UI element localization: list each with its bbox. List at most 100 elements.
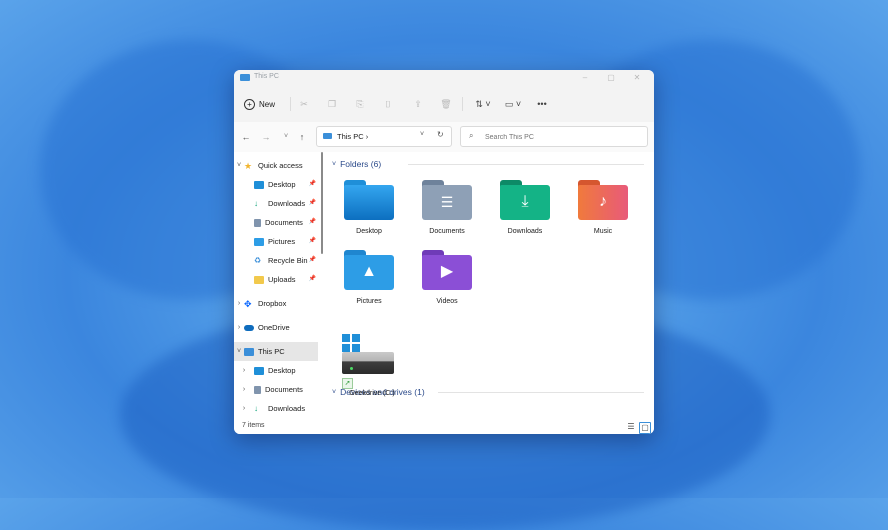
pin-icon[interactable]: 📌 [309, 256, 316, 263]
sort-icon[interactable]: ⇅ ˅ [472, 98, 494, 110]
sidebar-item-label: Quick access [258, 161, 303, 170]
sidebar-item-pictures[interactable]: Pictures 📌 [234, 232, 318, 251]
folder-tile-videos[interactable]: ▶ Videos [414, 250, 480, 305]
dropbox-icon: ✥ [244, 298, 252, 309]
drive-label: Geekdrive (C:) [349, 390, 395, 397]
document-icon [254, 385, 261, 394]
minimize-button[interactable]: – [576, 72, 594, 84]
new-button[interactable]: + New [244, 95, 275, 113]
chevron-right-icon[interactable]: › [234, 386, 254, 393]
sidebar-item-label: Documents [265, 218, 303, 227]
pin-icon[interactable]: 📌 [309, 275, 316, 282]
pictures-icon [254, 237, 264, 246]
sidebar-item-label: Pictures [268, 237, 296, 246]
search-input[interactable] [483, 130, 637, 144]
sidebar-item-downloads[interactable]: ↓ Downloads 📌 [234, 194, 318, 213]
paste-icon[interactable]: ⎘ [354, 98, 366, 110]
sidebar-item-documents[interactable]: Documents 📌 [234, 213, 318, 232]
folder-label: Documents [429, 228, 465, 235]
chevron-down-icon[interactable]: ˅ [234, 348, 244, 355]
folder-tile-desktop[interactable]: Desktop [336, 180, 402, 235]
sidebar-item-label: Downloads [268, 199, 306, 208]
sidebar-item-recycle-bin[interactable]: ♻ Recycle Bin 📌 [234, 251, 318, 270]
maximize-button[interactable]: ▢ [602, 72, 620, 84]
chevron-down-icon[interactable]: ˅ [420, 131, 424, 138]
pin-icon[interactable]: 📌 [309, 199, 316, 206]
folder-tile-pictures[interactable]: ▲ Pictures [336, 250, 402, 305]
folder-label: Pictures [356, 298, 382, 305]
chevron-right-icon[interactable]: › [234, 300, 244, 307]
status-bar: 7 items ☰ ▢ [234, 422, 654, 434]
toolbar-divider [290, 97, 291, 111]
document-icon [254, 218, 261, 227]
address-bar[interactable]: This PC › ˅ ↻ [316, 126, 452, 147]
this-pc-icon [323, 133, 332, 139]
sidebar-item-label: Uploads [268, 275, 296, 284]
folder-icon [254, 275, 264, 284]
details-view-icon[interactable]: ☰ [626, 422, 636, 432]
refresh-icon[interactable]: ↻ [437, 130, 444, 139]
group-divider [408, 164, 644, 165]
sidebar-item-desktop[interactable]: Desktop 📌 [234, 175, 318, 194]
toolbar-divider [462, 97, 463, 111]
copy-icon[interactable]: ❐ [326, 98, 338, 110]
sidebar-item-quick-access[interactable]: ˅ ★ Quick access [234, 156, 318, 175]
sidebar-item-pc-downloads[interactable]: › ↓ Downloads [234, 399, 318, 418]
sidebar-item-pc-documents[interactable]: › Documents [234, 380, 318, 399]
videos-folder-icon: ▶ [422, 250, 472, 290]
documents-folder-icon: ☰ [422, 180, 472, 220]
pin-icon[interactable]: 📌 [309, 237, 316, 244]
sidebar-item-onedrive[interactable]: › OneDrive [234, 318, 318, 337]
plus-icon: + [244, 98, 255, 110]
folder-tile-downloads[interactable]: ⤓ Downloads [492, 180, 558, 235]
folders-group-header[interactable]: ˅ Folders (6) [332, 158, 381, 170]
folder-label: Desktop [356, 228, 382, 235]
back-icon[interactable]: ← [240, 131, 252, 143]
more-options-icon[interactable]: ••• [536, 98, 548, 110]
pin-icon[interactable]: 📌 [309, 218, 316, 225]
folder-tile-documents[interactable]: ☰ Documents [414, 180, 480, 235]
file-explorer-window: This PC – ▢ ✕ + New ✂ ❐ ⎘ ⌷ ⇪ 🗑 ⇅ ˅ ▭ ˅ … [234, 70, 654, 434]
group-divider [438, 392, 644, 393]
chevron-right-icon[interactable]: › [234, 405, 254, 412]
share-icon[interactable]: ⇪ [412, 98, 424, 110]
chevron-right-icon[interactable]: › [234, 367, 254, 374]
large-icons-view-icon[interactable]: ▢ [639, 422, 651, 434]
this-pc-icon [244, 347, 254, 356]
view-icon[interactable]: ▭ ˅ [502, 98, 524, 110]
up-icon[interactable]: ↑ [296, 131, 308, 143]
downloads-folder-icon: ⤓ [500, 180, 550, 220]
recent-locations-icon[interactable]: ˅ [280, 131, 292, 143]
folder-tile-music[interactable]: ♪ Music [570, 180, 636, 235]
command-bar: + New ✂ ❐ ⎘ ⌷ ⇪ 🗑 ⇅ ˅ ▭ ˅ ••• [234, 86, 654, 123]
onedrive-cloud-icon [244, 324, 254, 331]
cut-icon[interactable]: ✂ [298, 98, 310, 110]
sidebar-item-dropbox[interactable]: › ✥ Dropbox [234, 294, 318, 313]
star-icon: ★ [244, 160, 253, 171]
navigation-pane: ˅ ★ Quick access Desktop 📌 ↓ Downloads 📌… [234, 152, 320, 422]
download-icon: ↓ [254, 198, 258, 208]
music-folder-icon: ♪ [578, 180, 628, 220]
pin-icon[interactable]: 📌 [309, 180, 316, 187]
windows-logo-icon [342, 334, 360, 352]
sidebar-item-pc-desktop[interactable]: › Desktop [234, 361, 318, 380]
address-row: ← → ˅ ↑ This PC › ˅ ↻ ⌕ [234, 122, 654, 152]
rename-icon[interactable]: ⌷ [382, 98, 394, 110]
delete-icon[interactable]: 🗑 [440, 98, 452, 110]
sidebar-item-label: Desktop [268, 366, 296, 375]
chevron-down-icon[interactable]: ˅ [332, 161, 336, 168]
nav-scrollbar[interactable] [321, 152, 323, 254]
sidebar-item-this-pc[interactable]: ˅ This PC [234, 342, 318, 361]
folder-label: Downloads [507, 228, 543, 235]
search-box[interactable]: ⌕ [460, 126, 648, 147]
sidebar-item-uploads[interactable]: Uploads 📌 [234, 270, 318, 289]
hard-drive-icon [342, 352, 394, 374]
desktop-icon [254, 180, 264, 189]
window-title: This PC [254, 73, 279, 80]
chevron-right-icon[interactable]: › [234, 324, 244, 331]
forward-icon[interactable]: → [260, 131, 272, 143]
breadcrumb[interactable]: This PC › [337, 132, 368, 141]
chevron-down-icon[interactable]: ˅ [234, 162, 244, 169]
close-button[interactable]: ✕ [628, 72, 646, 84]
sidebar-item-label: Documents [265, 385, 303, 394]
